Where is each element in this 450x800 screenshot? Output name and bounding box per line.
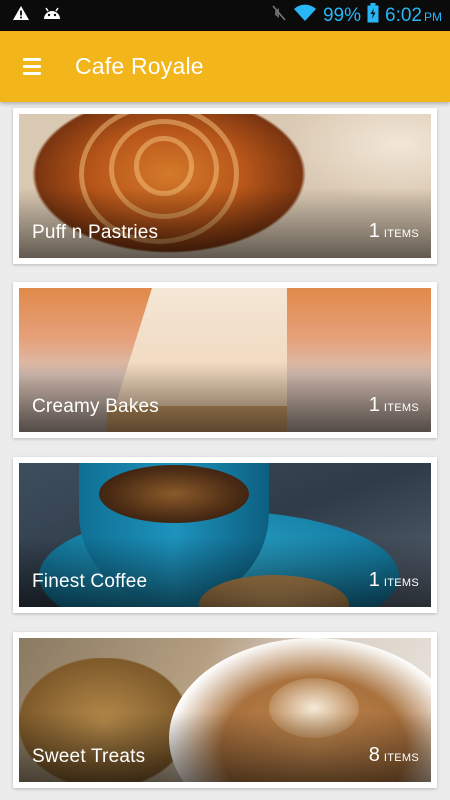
battery-charging-icon: [367, 3, 379, 28]
item-count: 8 ITEMS: [369, 744, 419, 767]
item-count: 1 ITEMS: [369, 394, 419, 417]
item-count-unit: ITEMS: [383, 577, 419, 589]
item-count-number: 8: [368, 744, 380, 766]
clock: 6:02 PM: [385, 5, 442, 27]
status-bar: 99% 6:02 PM: [0, 0, 450, 31]
item-count-unit: ITEMS: [383, 402, 419, 414]
battery-percent: 99%: [322, 4, 362, 26]
app-bar: Cafe Royale: [0, 31, 450, 102]
category-card-sweet-treats[interactable]: Sweet Treats 8 ITEMS: [13, 632, 437, 788]
item-count-number: 1: [368, 569, 380, 591]
app-title: Cafe Royale: [75, 53, 204, 79]
category-image-pastry: Puff n Pastries 1 ITEMS: [19, 114, 431, 258]
category-card-finest-coffee[interactable]: Finest Coffee 1 ITEMS: [13, 457, 437, 613]
category-label: Creamy Bakes: [32, 396, 159, 417]
item-count-unit: ITEMS: [383, 752, 419, 764]
category-image-coffee: Finest Coffee 1 ITEMS: [19, 463, 431, 607]
category-image-cake: Creamy Bakes 1 ITEMS: [19, 288, 431, 432]
item-count-number: 1: [368, 220, 380, 242]
category-card-creamy-bakes[interactable]: Creamy Bakes 1 ITEMS: [13, 282, 437, 438]
category-label: Finest Coffee: [32, 571, 148, 592]
warning-icon: [12, 5, 30, 26]
category-label: Sweet Treats: [32, 746, 146, 767]
category-list: Puff n Pastries 1 ITEMS Creamy Bakes 1 I…: [0, 102, 450, 800]
mute-icon: [271, 4, 287, 27]
android-icon: [42, 6, 62, 25]
category-image-latte: Sweet Treats 8 ITEMS: [19, 638, 431, 782]
item-count: 1 ITEMS: [369, 569, 419, 592]
category-label: Puff n Pastries: [32, 222, 159, 243]
item-count: 1 ITEMS: [369, 220, 419, 243]
item-count-number: 1: [368, 394, 380, 416]
menu-icon: [23, 58, 41, 75]
ampm-text: PM: [424, 9, 442, 24]
time-text: 6:02: [385, 4, 422, 26]
wifi-icon: [293, 4, 317, 27]
item-count-unit: ITEMS: [383, 228, 419, 240]
menu-button[interactable]: [0, 31, 64, 102]
category-card-puff-n-pastries[interactable]: Puff n Pastries 1 ITEMS: [13, 108, 437, 264]
